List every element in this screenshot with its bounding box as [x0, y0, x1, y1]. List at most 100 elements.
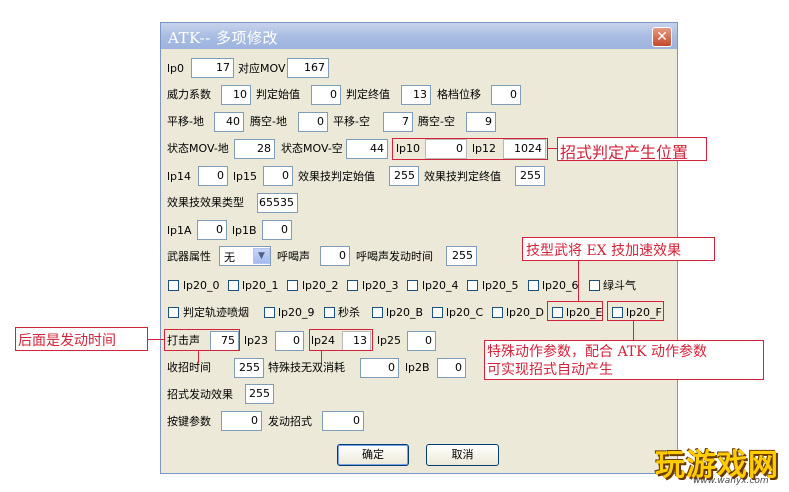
annotation-ex: 技型武将 EX 技加速效果 — [526, 243, 682, 259]
checkbox-lp20-5[interactable] — [467, 280, 478, 291]
checkbox-lp20-b[interactable] — [372, 307, 383, 318]
checkbox-label: lp20_3 — [362, 279, 399, 292]
lp15-field[interactable]: 0 — [263, 166, 293, 186]
key-param-field[interactable]: 0 — [221, 411, 262, 431]
checkbox-label: lp20_6 — [542, 279, 579, 292]
effect-type-field[interactable]: 65535 — [257, 193, 298, 213]
judge-end-field[interactable]: 13 — [401, 85, 431, 105]
air-air-label: 腾空-空 — [418, 115, 455, 128]
window-title: ATK-- 多项修改 — [168, 29, 279, 47]
effect-type-label: 效果技效果类型 — [167, 196, 244, 209]
checkbox-label: lp20_1 — [242, 279, 279, 292]
lp2b-label: lp2B — [405, 361, 430, 374]
effect-end-field[interactable]: 255 — [515, 166, 545, 186]
judge-start-field[interactable]: 0 — [311, 85, 341, 105]
lp2b-field[interactable]: 0 — [437, 358, 466, 378]
shout-time-label: 呼喝声发动时间 — [356, 250, 433, 263]
grid-shift-field[interactable]: 0 — [491, 85, 521, 105]
move-air-label: 平移-空 — [333, 115, 370, 128]
trigger-move-label: 发动招式 — [268, 415, 312, 428]
lp15-label: lp15 — [233, 170, 258, 183]
checkbox-label: lp20_2 — [302, 279, 339, 292]
highlight-hit-sound — [164, 329, 240, 351]
lp23-label: lp23 — [244, 334, 269, 347]
annotation-special-line2: 可实现招式自动产生 — [487, 362, 613, 378]
move-air-field[interactable]: 7 — [383, 112, 413, 132]
mov-field[interactable]: 167 — [287, 58, 329, 78]
highlight-lp20-f — [607, 301, 664, 321]
checkbox-label: lp20_C — [446, 306, 484, 319]
lp1a-label: lp1A — [167, 224, 192, 237]
site-url: www.wanyx.com — [693, 476, 769, 486]
state-mov-ground-label: 状态MOV-地 — [167, 142, 229, 155]
chevron-down-icon[interactable]: ▼ — [253, 248, 270, 264]
annotation-connector — [198, 351, 199, 363]
highlight-lp20-e — [547, 301, 603, 321]
annotation-connector — [321, 351, 322, 363]
power-field[interactable]: 10 — [221, 85, 251, 105]
air-ground-field[interactable]: 0 — [298, 112, 328, 132]
state-mov-ground-field[interactable]: 28 — [234, 139, 275, 159]
checkbox-label: lp20_0 — [183, 279, 220, 292]
lp25-field[interactable]: 0 — [407, 331, 436, 351]
grid-shift-label: 格档位移 — [437, 88, 481, 101]
special-cost-label: 特殊技无双消耗 — [268, 361, 345, 374]
ok-button[interactable]: 确定 — [337, 444, 409, 466]
annotation-connector — [148, 339, 164, 340]
checkbox-label: lp20_4 — [422, 279, 459, 292]
move-effect-label: 招式发动效果 — [167, 388, 233, 401]
judge-end-label: 判定终值 — [346, 88, 390, 101]
weapon-attr-value: 无 — [224, 251, 235, 264]
lp0-field[interactable]: 17 — [191, 58, 234, 78]
lp1b-label: lp1B — [232, 224, 257, 237]
highlight-position-fields — [392, 138, 548, 160]
key-param-label: 按键参数 — [167, 415, 211, 428]
checkbox-lp20-c[interactable] — [432, 307, 443, 318]
checkbox-lp20-4[interactable] — [407, 280, 418, 291]
checkbox-lp20-6[interactable] — [528, 280, 539, 291]
checkbox-lp20-2[interactable] — [287, 280, 298, 291]
checkbox-label: lp20_9 — [278, 306, 315, 319]
annotation-position: 招式判定产生位置 — [560, 143, 689, 162]
lp1a-field[interactable]: 0 — [197, 220, 227, 240]
judge-start-label: 判定始值 — [256, 88, 300, 101]
effect-start-field[interactable]: 255 — [389, 166, 419, 186]
lp14-label: lp14 — [167, 170, 192, 183]
checkbox-lp20-3[interactable] — [347, 280, 358, 291]
checkbox-trail-smoke[interactable] — [168, 307, 179, 318]
lp1b-field[interactable]: 0 — [262, 220, 292, 240]
shout-time-field[interactable]: 255 — [446, 246, 477, 266]
checkbox-lp20-0[interactable] — [168, 280, 179, 291]
highlight-lp24 — [309, 329, 373, 351]
weapon-attr-select[interactable]: 无 ▼ — [219, 246, 271, 266]
state-mov-air-label: 状态MOV-空 — [281, 142, 343, 155]
move-ground-field[interactable]: 40 — [214, 112, 244, 132]
recover-time-label: 收招时间 — [167, 361, 211, 374]
special-cost-field[interactable]: 0 — [360, 358, 399, 378]
lp14-field[interactable]: 0 — [198, 166, 228, 186]
state-mov-air-field[interactable]: 44 — [346, 139, 388, 159]
lp25-label: lp25 — [377, 334, 402, 347]
checkbox-green-aura[interactable] — [589, 280, 600, 291]
checkbox-lp20-d[interactable] — [492, 307, 503, 318]
move-ground-label: 平移-地 — [167, 115, 204, 128]
annotation-connector — [633, 321, 634, 341]
lp0-label: lp0 — [167, 62, 185, 75]
trigger-move-field[interactable]: 0 — [322, 411, 364, 431]
close-button[interactable]: ✕ — [652, 27, 672, 47]
checkbox-lp20-1[interactable] — [228, 280, 239, 291]
air-air-field[interactable]: 9 — [466, 112, 496, 132]
move-effect-field[interactable]: 255 — [245, 384, 274, 404]
lp23-field[interactable]: 0 — [275, 331, 304, 351]
shout-field[interactable]: 0 — [320, 246, 350, 266]
recover-time-field[interactable]: 255 — [234, 358, 264, 378]
checkbox-label: 判定轨迹喷烟 — [183, 306, 249, 319]
air-ground-label: 腾空-地 — [250, 115, 287, 128]
weapon-attr-label: 武器属性 — [167, 250, 211, 263]
checkbox-label: lp20_5 — [482, 279, 519, 292]
checkbox-lp20-9[interactable] — [264, 307, 275, 318]
checkbox-instant-kill[interactable] — [324, 307, 335, 318]
power-label: 威力系数 — [167, 88, 211, 101]
checkbox-label: lp20_D — [506, 306, 545, 319]
cancel-button[interactable]: 取消 — [426, 444, 499, 466]
